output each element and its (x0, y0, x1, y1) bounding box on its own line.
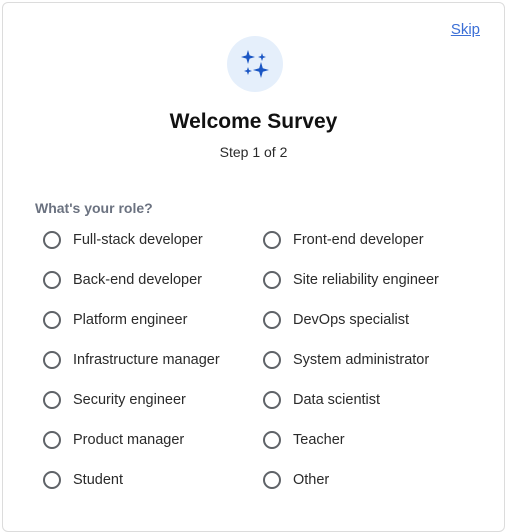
option-label: Data scientist (293, 392, 381, 408)
option-label: Security engineer (73, 392, 186, 408)
radio-button[interactable] (263, 311, 281, 329)
role-options: Full-stack developer Front-end developer… (43, 225, 483, 505)
page-title: Welcome Survey (169, 110, 338, 133)
survey-card: Skip Welcome Survey Step 1 of 2 What's y… (2, 2, 505, 532)
option-front-end-developer[interactable]: Front-end developer (263, 225, 483, 255)
option-label: Student (73, 472, 123, 488)
skip-link[interactable]: Skip (451, 21, 480, 38)
option-label: Front-end developer (293, 232, 424, 248)
radio-button[interactable] (43, 431, 61, 449)
option-system-administrator[interactable]: System administrator (263, 345, 483, 375)
option-label: DevOps specialist (293, 312, 410, 328)
option-label: Site reliability engineer (293, 272, 439, 288)
option-label: Product manager (73, 432, 185, 448)
option-label: Other (293, 472, 330, 488)
option-label: Back-end developer (73, 272, 202, 288)
option-infrastructure-manager[interactable]: Infrastructure manager (43, 345, 263, 375)
radio-button[interactable] (43, 311, 61, 329)
option-back-end-developer[interactable]: Back-end developer (43, 265, 263, 295)
step-indicator: Step 1 of 2 (219, 144, 288, 160)
option-platform-engineer[interactable]: Platform engineer (43, 305, 263, 335)
option-label: Teacher (293, 432, 345, 448)
option-label: Platform engineer (73, 312, 188, 328)
option-site-reliability-engineer[interactable]: Site reliability engineer (263, 265, 483, 295)
radio-button[interactable] (263, 391, 281, 409)
radio-button[interactable] (263, 471, 281, 489)
option-full-stack-developer[interactable]: Full-stack developer (43, 225, 263, 255)
option-product-manager[interactable]: Product manager (43, 425, 263, 455)
radio-button[interactable] (43, 271, 61, 289)
option-label: Infrastructure manager (73, 352, 220, 368)
radio-button[interactable] (43, 471, 61, 489)
radio-button[interactable] (263, 431, 281, 449)
sparkles-icon-badge (227, 36, 283, 92)
option-label: System administrator (293, 352, 430, 368)
radio-button[interactable] (43, 391, 61, 409)
option-label: Full-stack developer (73, 232, 203, 248)
radio-button[interactable] (43, 231, 61, 249)
radio-button[interactable] (43, 351, 61, 369)
option-other[interactable]: Other (263, 465, 483, 495)
radio-button[interactable] (263, 271, 281, 289)
question-label: What's your role? (35, 200, 153, 216)
option-security-engineer[interactable]: Security engineer (43, 385, 263, 415)
option-teacher[interactable]: Teacher (263, 425, 483, 455)
radio-button[interactable] (263, 351, 281, 369)
option-student[interactable]: Student (43, 465, 263, 495)
sparkles-icon (241, 50, 269, 78)
radio-button[interactable] (263, 231, 281, 249)
option-devops-specialist[interactable]: DevOps specialist (263, 305, 483, 335)
option-data-scientist[interactable]: Data scientist (263, 385, 483, 415)
